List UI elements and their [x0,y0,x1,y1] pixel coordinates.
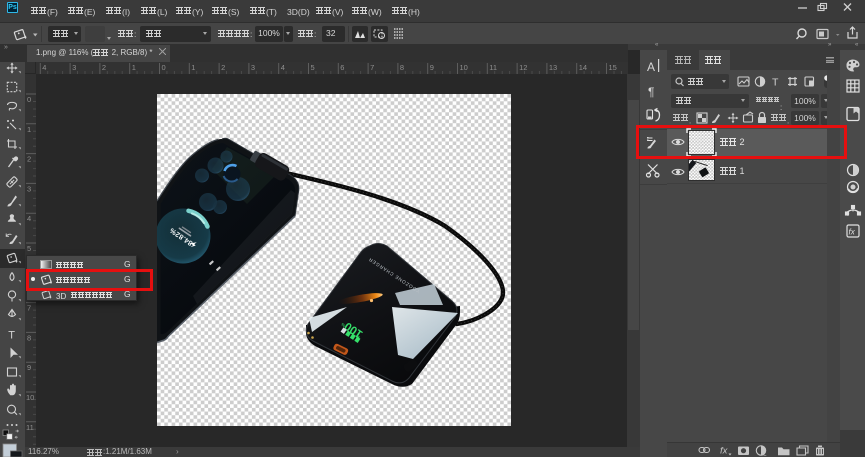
svg-text:3: 3 [27,184,31,193]
svg-text:5: 5 [27,244,31,253]
svg-text:14: 14 [579,63,587,72]
svg-text:fx: fx [720,446,729,457]
svg-text:4: 4 [281,63,285,72]
svg-text:8: 8 [27,333,31,342]
svg-text:2: 2 [27,155,31,164]
svg-text:A: A [647,60,655,74]
svg-text:5: 5 [311,63,315,72]
svg-text:10: 10 [460,63,468,72]
svg-text:T: T [772,77,779,89]
svg-text:0: 0 [27,95,31,104]
svg-text:9: 9 [430,63,434,72]
svg-text:1: 1 [27,125,31,134]
svg-text:7: 7 [27,304,31,313]
svg-text:12: 12 [519,63,527,72]
svg-text:13: 13 [549,63,557,72]
svg-text:11: 11 [489,63,497,72]
svg-text:8: 8 [400,63,404,72]
svg-text:10: 10 [26,393,34,402]
svg-text:1: 1 [191,63,195,72]
svg-text:¶: ¶ [648,85,654,99]
svg-text:9: 9 [27,363,31,372]
svg-text:4: 4 [42,63,46,72]
svg-text:6: 6 [340,63,344,72]
svg-text:7: 7 [370,63,374,72]
svg-text:0: 0 [162,63,166,72]
svg-text:3: 3 [72,63,76,72]
svg-text:2: 2 [102,63,106,72]
svg-text:4: 4 [27,214,31,223]
svg-text:15: 15 [609,63,617,72]
svg-text:3: 3 [251,63,255,72]
svg-text:11: 11 [26,423,34,432]
svg-text:fx: fx [849,228,856,237]
svg-text:T: T [8,330,15,342]
svg-text:1: 1 [132,63,136,72]
svg-text:2: 2 [221,63,225,72]
